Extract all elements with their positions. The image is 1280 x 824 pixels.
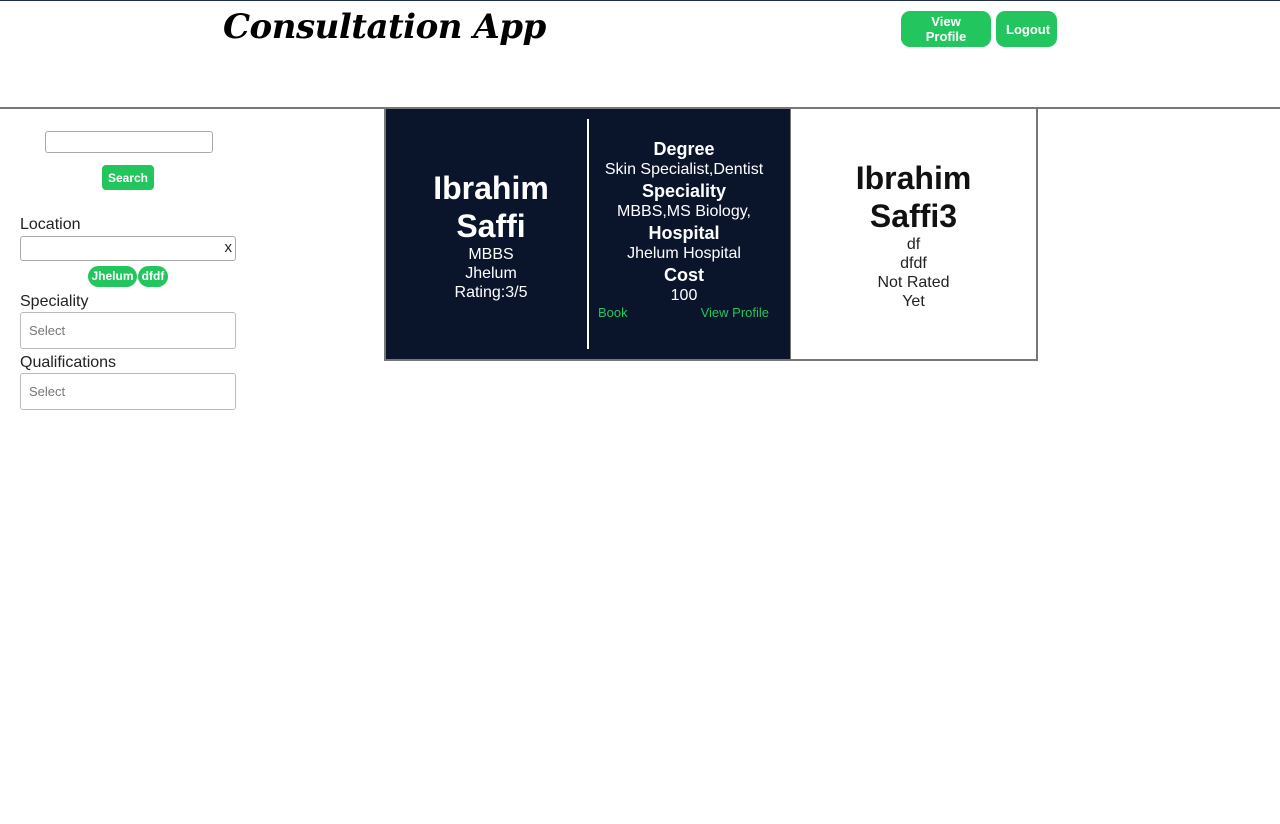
location-label: Location (20, 216, 81, 233)
location-chip-jhelum[interactable]: Jhelum (88, 266, 137, 287)
location-chip-dfdf[interactable]: dfdf (138, 266, 168, 287)
doctor-card-expanded: Ibrahim Saffi MBBS Jhelum Rating:3/5 Deg… (386, 109, 790, 359)
speciality-value: MBBS,MS Biology, (617, 203, 751, 220)
doctor-summary-lines: MBBS Jhelum Rating:3/5 (386, 245, 596, 302)
location-clear-button[interactable]: x (225, 239, 233, 256)
doctor-qualification: df (906, 236, 921, 253)
doctor-name: Ibrahim Saffi3 (791, 159, 1036, 235)
doctor-card-summary: Ibrahim Saffi MBBS Jhelum Rating:3/5 (386, 109, 588, 359)
speciality-label: Speciality (20, 293, 89, 310)
cost-value: 100 (670, 287, 698, 304)
doctor-name-line1: Ibrahim (433, 170, 549, 206)
app-title: Consultation App (223, 7, 546, 47)
view-profile-link[interactable]: View Profile (701, 305, 769, 320)
speciality-heading: Speciality (641, 181, 727, 201)
qualifications-label: Qualifications (20, 354, 117, 371)
cost-heading: Cost (664, 265, 704, 285)
doctor-rating-suffix: Yet (902, 293, 925, 310)
doctor-rating: Not Rated (877, 274, 950, 291)
filter-sidebar: Search Location x Jhelum dfdf Speciality… (0, 109, 260, 429)
doctor-name-line2: Saffi3 (869, 198, 958, 234)
doctor-city: Jhelum (465, 265, 517, 282)
qualifications-select[interactable]: Select (20, 373, 236, 410)
hospital-value: Jhelum Hospital (627, 245, 741, 262)
doctor-card-details: Degree Skin Specialist,Dentist Specialit… (589, 138, 779, 306)
doctor-card[interactable]: Ibrahim Saffi3 df dfdf Not Rated Yet (790, 109, 1036, 359)
doctor-results: Ibrahim Saffi MBBS Jhelum Rating:3/5 Deg… (384, 107, 1038, 361)
book-link[interactable]: Book (598, 305, 628, 320)
view-profile-button[interactable]: View Profile (901, 11, 991, 47)
doctor-name-line2: Saffi (456, 208, 526, 244)
degree-value: Skin Specialist,Dentist (604, 161, 764, 178)
doctor-name: Ibrahim Saffi (386, 169, 596, 245)
doctor-name-line1: Ibrahim (855, 160, 972, 196)
doctor-rating: Rating:3/5 (454, 284, 528, 301)
speciality-select[interactable]: Select (20, 312, 236, 349)
doctor-summary-lines: df dfdf Not Rated Yet (791, 235, 1036, 311)
search-button[interactable]: Search (102, 165, 154, 190)
search-input[interactable] (45, 131, 213, 153)
degree-heading: Degree (653, 139, 715, 159)
hospital-heading: Hospital (648, 223, 720, 243)
logout-button[interactable]: Logout (996, 11, 1057, 47)
location-input[interactable]: x (20, 236, 236, 261)
app-header: Consultation App View Profile Logout (0, 1, 1280, 109)
doctor-qualification: MBBS (468, 246, 514, 263)
doctor-city: dfdf (900, 255, 927, 272)
